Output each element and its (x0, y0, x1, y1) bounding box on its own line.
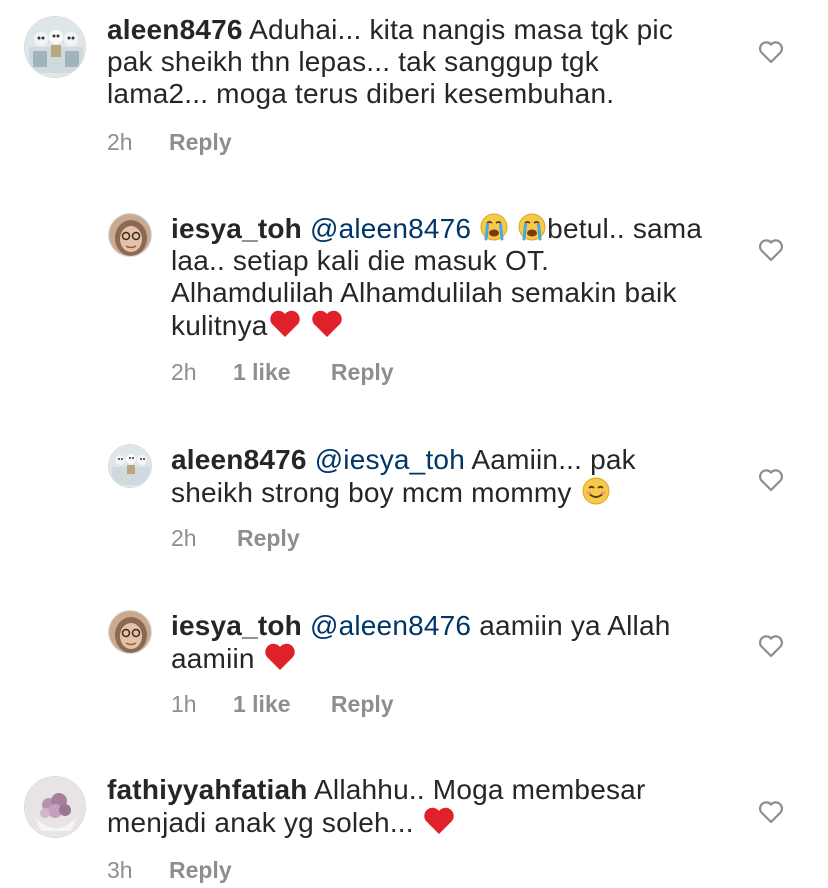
red-heart-emoji (269, 310, 300, 337)
comment-time: 2h (107, 129, 133, 155)
comment-line: laa.. setiap kali die masuk OT. (171, 245, 550, 276)
avatar[interactable] (108, 444, 152, 488)
reply-button[interactable]: Reply (331, 690, 394, 718)
reply-button[interactable]: Reply (237, 524, 300, 552)
comment-username[interactable]: aleen8476 (107, 14, 243, 45)
red-heart-emoji (424, 807, 454, 834)
likes-count[interactable]: 1 like (233, 358, 291, 386)
comment-username[interactable]: aleen8476 (171, 444, 307, 475)
comment-username[interactable]: fathiyyahfatiah (107, 774, 308, 805)
comment-time: 2h (171, 525, 197, 551)
avatar[interactable] (24, 776, 86, 838)
heart-outline-icon[interactable] (758, 468, 784, 492)
avatar[interactable] (108, 610, 152, 654)
comment-line: lama2... moga terus diberi kesembuhan. (107, 78, 615, 109)
comment-line: kulitnya (171, 310, 268, 341)
comment-meta: 2h Reply (107, 128, 232, 156)
comment-username[interactable]: iesya_toh (171, 610, 302, 641)
smiling-face-emoji (582, 477, 610, 505)
comment-meta: 3h Reply (107, 856, 232, 884)
comment-line: sheikh strong boy mcm mommy (171, 477, 572, 508)
avatar[interactable] (24, 16, 86, 78)
reply-button[interactable]: Reply (169, 128, 232, 156)
comment-text: fathiyyahfatiah Allahhu.. Moga membesar … (107, 774, 747, 839)
reply-button[interactable]: Reply (169, 856, 232, 884)
mention-link[interactable]: @iesya_toh (315, 444, 465, 475)
comment-text: aleen8476 Aduhai... kita nangis masa tgk… (107, 14, 747, 110)
comment-line: aamiin ya Allah (479, 610, 671, 641)
comment-meta: 2h 1 like Reply (171, 358, 394, 386)
comment-text: aleen8476 @iesya_toh Aamiin... pak sheik… (171, 444, 751, 509)
avatar[interactable] (108, 213, 152, 257)
heart-outline-icon[interactable] (758, 40, 784, 64)
comment-meta: 1h 1 like Reply (171, 690, 394, 718)
heart-outline-icon[interactable] (758, 238, 784, 262)
red-heart-emoji (311, 310, 342, 337)
comment-time: 1h (171, 691, 197, 717)
red-heart-emoji (264, 643, 295, 670)
reply-button[interactable]: Reply (331, 358, 394, 386)
likes-count[interactable]: 1 like (233, 690, 291, 718)
comment-line: Aduhai... kita nangis masa tgk pic (249, 14, 674, 45)
comment-line: Allahhu.. Moga membesar (314, 774, 646, 805)
heart-outline-icon[interactable] (758, 800, 784, 824)
comment-text: iesya_toh @aleen8476 betul.. sama laa.. … (171, 212, 751, 342)
crying-face-emoji (518, 213, 546, 241)
comment-username[interactable]: iesya_toh (171, 213, 302, 244)
comment-line: pak sheikh thn lepas... tak sanggup tgk (107, 46, 599, 77)
comment-time: 3h (107, 857, 133, 883)
comment-line: Alhamdulilah Alhamdulilah semakin baik (171, 277, 677, 308)
mention-link[interactable]: @aleen8476 (310, 610, 471, 641)
comment-meta: 2h Reply (171, 524, 300, 552)
crying-face-emoji (480, 213, 508, 241)
heart-outline-icon[interactable] (758, 634, 784, 658)
comment-line: menjadi anak yg soleh... (107, 807, 414, 838)
comment-line: Aamiin... pak (471, 444, 636, 475)
comment-line: aamiin (171, 643, 255, 674)
comment-text: iesya_toh @aleen8476 aamiin ya Allah aam… (171, 610, 751, 675)
mention-link[interactable]: @aleen8476 (310, 213, 471, 244)
comment-time: 2h (171, 359, 197, 385)
comment-line: betul.. sama (547, 213, 703, 244)
